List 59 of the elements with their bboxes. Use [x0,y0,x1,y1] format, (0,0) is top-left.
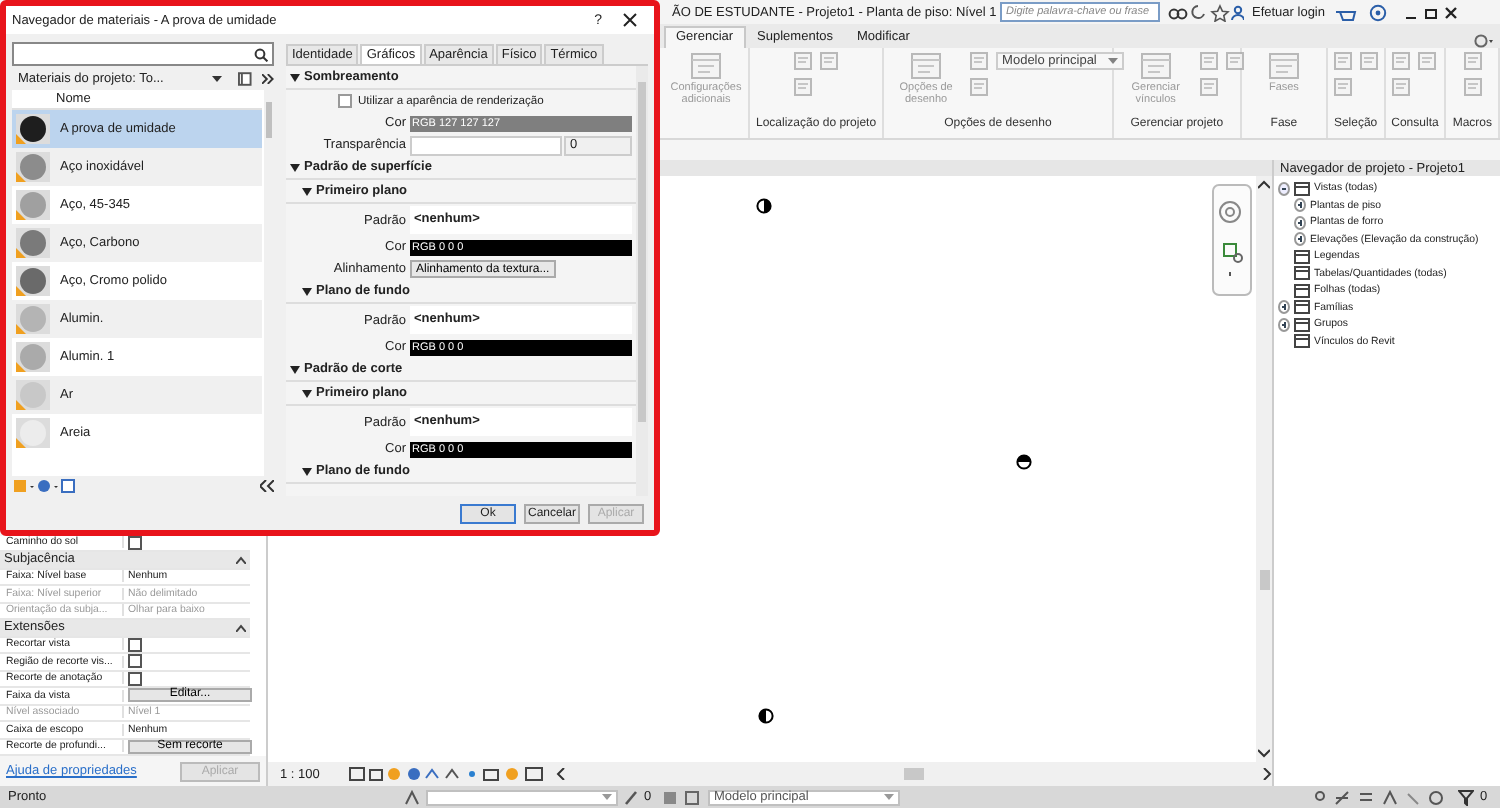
library-tools-drawing[interactable] [12,478,76,494]
scroll-right-icon[interactable] [1262,768,1272,780]
expand-toggle[interactable] [1294,232,1306,247]
material-thumbnail-icon [16,380,50,410]
material-thumbnail-icon [16,418,50,448]
material-thumbnail-icon [16,266,50,296]
checkbox[interactable] [338,94,352,108]
scrollbar-thumb[interactable] [904,768,924,780]
scrollbar-thumb[interactable] [638,82,646,422]
pencil-icon[interactable] [624,789,638,805]
input-field[interactable] [410,135,562,155]
filter-icon[interactable] [1458,789,1474,805]
list-icon [1294,181,1310,196]
expand-toggle[interactable] [1278,300,1290,315]
collapse-arrow-icon[interactable] [302,187,312,195]
expand-icon[interactable] [262,73,274,83]
expand-toggle[interactable] [1278,181,1290,196]
ribbon-options-icon[interactable] [1474,34,1494,48]
scroll-left-icon[interactable] [556,768,566,780]
window-controls-drawing[interactable] [1401,3,1461,21]
close-icon[interactable] [622,12,638,28]
navigation-bar-drawing[interactable] [1212,184,1252,296]
material-thumbnail-icon [16,228,50,258]
scroll-up-icon[interactable] [1258,180,1270,190]
scrollbar-thumb[interactable] [266,102,272,138]
material-thumbnail-icon [16,114,50,144]
search-field[interactable] [12,42,274,66]
toolbar-icons-drawing[interactable] [1168,3,1244,21]
dropdown-arrow-icon [212,75,223,81]
marker-icon [1016,454,1032,470]
collapse-icon[interactable] [260,480,274,492]
collapse-arrow-icon[interactable] [302,287,312,295]
material-thumbnail-icon [16,342,50,372]
collapse-arrow-icon[interactable] [290,73,300,81]
search-icon[interactable] [254,47,268,61]
material-thumbnail-icon [16,304,50,334]
marker-icon [758,708,774,724]
view-controls-drawing[interactable] [348,766,548,782]
expand-toggle[interactable] [1294,215,1306,230]
dropdown-arrow-icon [1108,58,1119,64]
material-thumbnail-icon [16,190,50,220]
collapse-icon[interactable] [236,623,246,632]
checkbox[interactable] [128,654,142,669]
scrollbar-thumb[interactable] [1259,570,1269,590]
collapse-icon[interactable] [236,555,246,564]
collapse-arrow-icon[interactable] [290,163,300,171]
expand-toggle[interactable] [1294,198,1306,213]
marker-icon [756,198,772,214]
expand-toggle[interactable] [1278,317,1290,332]
scroll-down-icon[interactable] [1258,748,1270,758]
material-thumbnail-icon [16,152,50,182]
panel-icon[interactable] [238,71,253,85]
collapse-arrow-icon[interactable] [290,365,300,373]
dropdown-arrow-icon [884,794,894,800]
status-icons-drawing[interactable] [662,789,702,805]
workset-icon[interactable] [404,789,420,805]
collapse-arrow-icon[interactable] [302,467,312,475]
dropdown-arrow-icon [602,794,612,800]
collapse-arrow-icon[interactable] [302,389,312,397]
